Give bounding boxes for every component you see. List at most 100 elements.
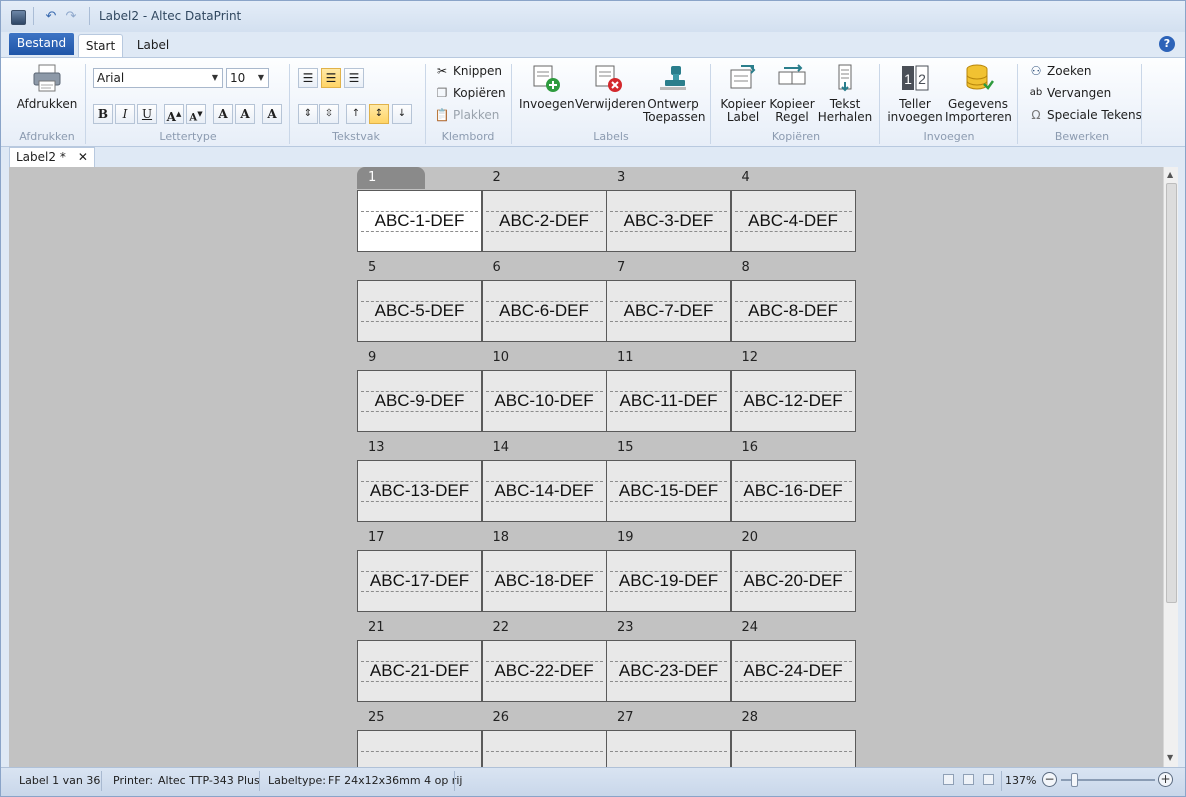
label-text[interactable]: ABC-12-DEF — [732, 391, 855, 411]
label-text[interactable]: ABC-22-DEF — [483, 661, 606, 681]
italic-button[interactable]: I — [115, 104, 135, 124]
label-cell[interactable]: ABC-15-DEF — [606, 460, 731, 522]
label-text[interactable]: ABC-14-DEF — [483, 481, 606, 501]
label-cell[interactable]: ABC-22-DEF — [481, 640, 607, 702]
label-cell[interactable] — [481, 730, 607, 767]
repeat-text-button[interactable]: Tekst Herhalen — [817, 62, 873, 124]
label-text[interactable]: ABC-13-DEF — [358, 481, 481, 501]
label-text[interactable]: ABC-20-DEF — [732, 571, 855, 591]
scroll-up-icon[interactable]: ▲ — [1167, 170, 1173, 179]
redo-icon[interactable]: ↷ — [63, 8, 79, 24]
tab-label[interactable]: Label — [129, 34, 177, 57]
label-text[interactable]: ABC-3-DEF — [607, 211, 730, 231]
app-icon[interactable] — [11, 10, 26, 25]
label-text[interactable]: ABC-1-DEF — [358, 211, 481, 231]
label-canvas[interactable]: 1 ABC-1-DEF 2 ABC-2-DEF 3 ABC-3-DEF 4 ABC-4-DEF… — [9, 167, 1163, 767]
label-cell[interactable]: ABC-23-DEF — [606, 640, 731, 702]
label-text[interactable]: ABC-24-DEF — [732, 661, 855, 681]
vertical-scrollbar[interactable]: ▲ ▼ — [1163, 167, 1178, 767]
tab-start[interactable]: Start — [78, 34, 123, 57]
label-cell[interactable]: ABC-13-DEF — [357, 460, 482, 522]
replace-button[interactable]: ab Vervangen — [1028, 84, 1112, 102]
shrink-font-icon[interactable]: A▼ — [186, 104, 206, 124]
label-cell[interactable]: ABC-7-DEF — [606, 280, 731, 342]
label-cell[interactable]: ABC-6-DEF — [481, 280, 607, 342]
scrollbar-thumb[interactable] — [1166, 183, 1177, 603]
label-text[interactable]: ABC-18-DEF — [483, 571, 606, 591]
insert-counter-button[interactable]: 1 2 Teller invoegen — [887, 62, 943, 124]
align-middle-icon[interactable]: ↕ — [369, 104, 389, 124]
font-name-combo[interactable]: Arial ▼ — [93, 68, 223, 88]
copy-button[interactable]: ❐ Kopiëren — [434, 84, 506, 102]
label-text[interactable]: ABC-11-DEF — [607, 391, 730, 411]
underline-button[interactable]: U — [137, 104, 157, 124]
scroll-down-icon[interactable]: ▼ — [1167, 753, 1173, 762]
zoom-in-icon[interactable]: + — [1158, 772, 1173, 787]
print-button[interactable]: Afdrukken — [15, 62, 79, 111]
label-cell[interactable]: ABC-19-DEF — [606, 550, 731, 612]
bold-button[interactable]: B — [93, 104, 113, 124]
label-cell[interactable]: ABC-20-DEF — [730, 550, 856, 612]
zoom-slider-thumb[interactable] — [1071, 773, 1078, 787]
find-button[interactable]: ⚇ Zoeken — [1028, 62, 1092, 80]
label-text[interactable]: ABC-17-DEF — [358, 571, 481, 591]
char-spacing-condense-icon[interactable]: A — [235, 104, 255, 124]
align-top-icon[interactable]: ↑ — [346, 104, 366, 124]
label-text[interactable]: ABC-8-DEF — [732, 301, 855, 321]
copy-row-button[interactable]: Kopieer Regel — [769, 62, 815, 124]
label-text[interactable]: ABC-7-DEF — [607, 301, 730, 321]
label-cell[interactable]: ABC-2-DEF — [481, 190, 607, 252]
zoom-out-icon[interactable]: − — [1042, 772, 1057, 787]
insert-label-button[interactable]: Invoegen — [519, 62, 575, 111]
text-height-icon[interactable]: A — [262, 104, 282, 124]
cut-button[interactable]: ✂ Knippen — [434, 62, 502, 80]
label-text[interactable]: ABC-19-DEF — [607, 571, 730, 591]
align-bottom-icon[interactable]: ↓ — [392, 104, 412, 124]
label-cell[interactable]: ABC-10-DEF — [481, 370, 607, 432]
label-cell[interactable]: ABC-14-DEF — [481, 460, 607, 522]
label-text[interactable]: ABC-23-DEF — [607, 661, 730, 681]
label-cell[interactable]: ABC-18-DEF — [481, 550, 607, 612]
paste-button[interactable]: 📋 Plakken — [434, 106, 500, 124]
tab-bestand[interactable]: Bestand — [9, 33, 74, 55]
label-cell[interactable]: ABC-16-DEF — [730, 460, 856, 522]
label-text[interactable]: ABC-15-DEF — [607, 481, 730, 501]
label-cell[interactable]: ABC-8-DEF — [730, 280, 856, 342]
apply-design-button[interactable]: Ontwerp Toepassen — [643, 62, 705, 124]
close-icon[interactable]: ✕ — [78, 148, 88, 167]
document-tab[interactable]: Label2 * ✕ — [9, 147, 95, 167]
label-cell[interactable]: ABC-3-DEF — [606, 190, 731, 252]
label-cell[interactable]: ABC-21-DEF — [357, 640, 482, 702]
label-cell[interactable]: ABC-24-DEF — [730, 640, 856, 702]
view-grid-icon[interactable] — [983, 774, 994, 785]
align-right-icon[interactable]: ☰ — [344, 68, 364, 88]
label-cell[interactable]: ABC-12-DEF — [730, 370, 856, 432]
label-text[interactable]: ABC-6-DEF — [483, 301, 606, 321]
font-size-combo[interactable]: 10 ▼ — [226, 68, 269, 88]
label-text[interactable]: ABC-21-DEF — [358, 661, 481, 681]
label-cell[interactable] — [730, 730, 856, 767]
view-single-icon[interactable] — [943, 774, 954, 785]
label-cell[interactable] — [357, 730, 482, 767]
label-text[interactable]: ABC-16-DEF — [732, 481, 855, 501]
special-chars-button[interactable]: Ω Speciale Tekens — [1028, 106, 1141, 124]
line-spacing-decrease-icon[interactable]: ⇳ — [319, 104, 339, 124]
import-data-button[interactable]: Gegevens Importeren — [945, 62, 1012, 124]
label-cell[interactable]: ABC-5-DEF — [357, 280, 482, 342]
delete-label-button[interactable]: Verwijderen — [575, 62, 646, 111]
align-center-icon[interactable]: ☰ — [321, 68, 341, 88]
view-double-icon[interactable] — [963, 774, 974, 785]
label-cell[interactable]: ABC-17-DEF — [357, 550, 482, 612]
label-text[interactable]: ABC-5-DEF — [358, 301, 481, 321]
undo-icon[interactable]: ↶ — [43, 8, 59, 24]
line-spacing-increase-icon[interactable]: ⇕ — [298, 104, 318, 124]
help-icon[interactable]: ? — [1159, 36, 1175, 52]
grow-font-icon[interactable]: A▲ — [164, 104, 184, 124]
label-text[interactable]: ABC-2-DEF — [483, 211, 606, 231]
label-cell[interactable]: ABC-9-DEF — [357, 370, 482, 432]
copy-label-button[interactable]: Kopieer Label — [719, 62, 767, 124]
align-left-icon[interactable]: ☰ — [298, 68, 318, 88]
label-cell[interactable]: ABC-1-DEF — [357, 190, 482, 252]
label-text[interactable]: ABC-10-DEF — [483, 391, 606, 411]
char-spacing-expand-icon[interactable]: A — [213, 104, 233, 124]
